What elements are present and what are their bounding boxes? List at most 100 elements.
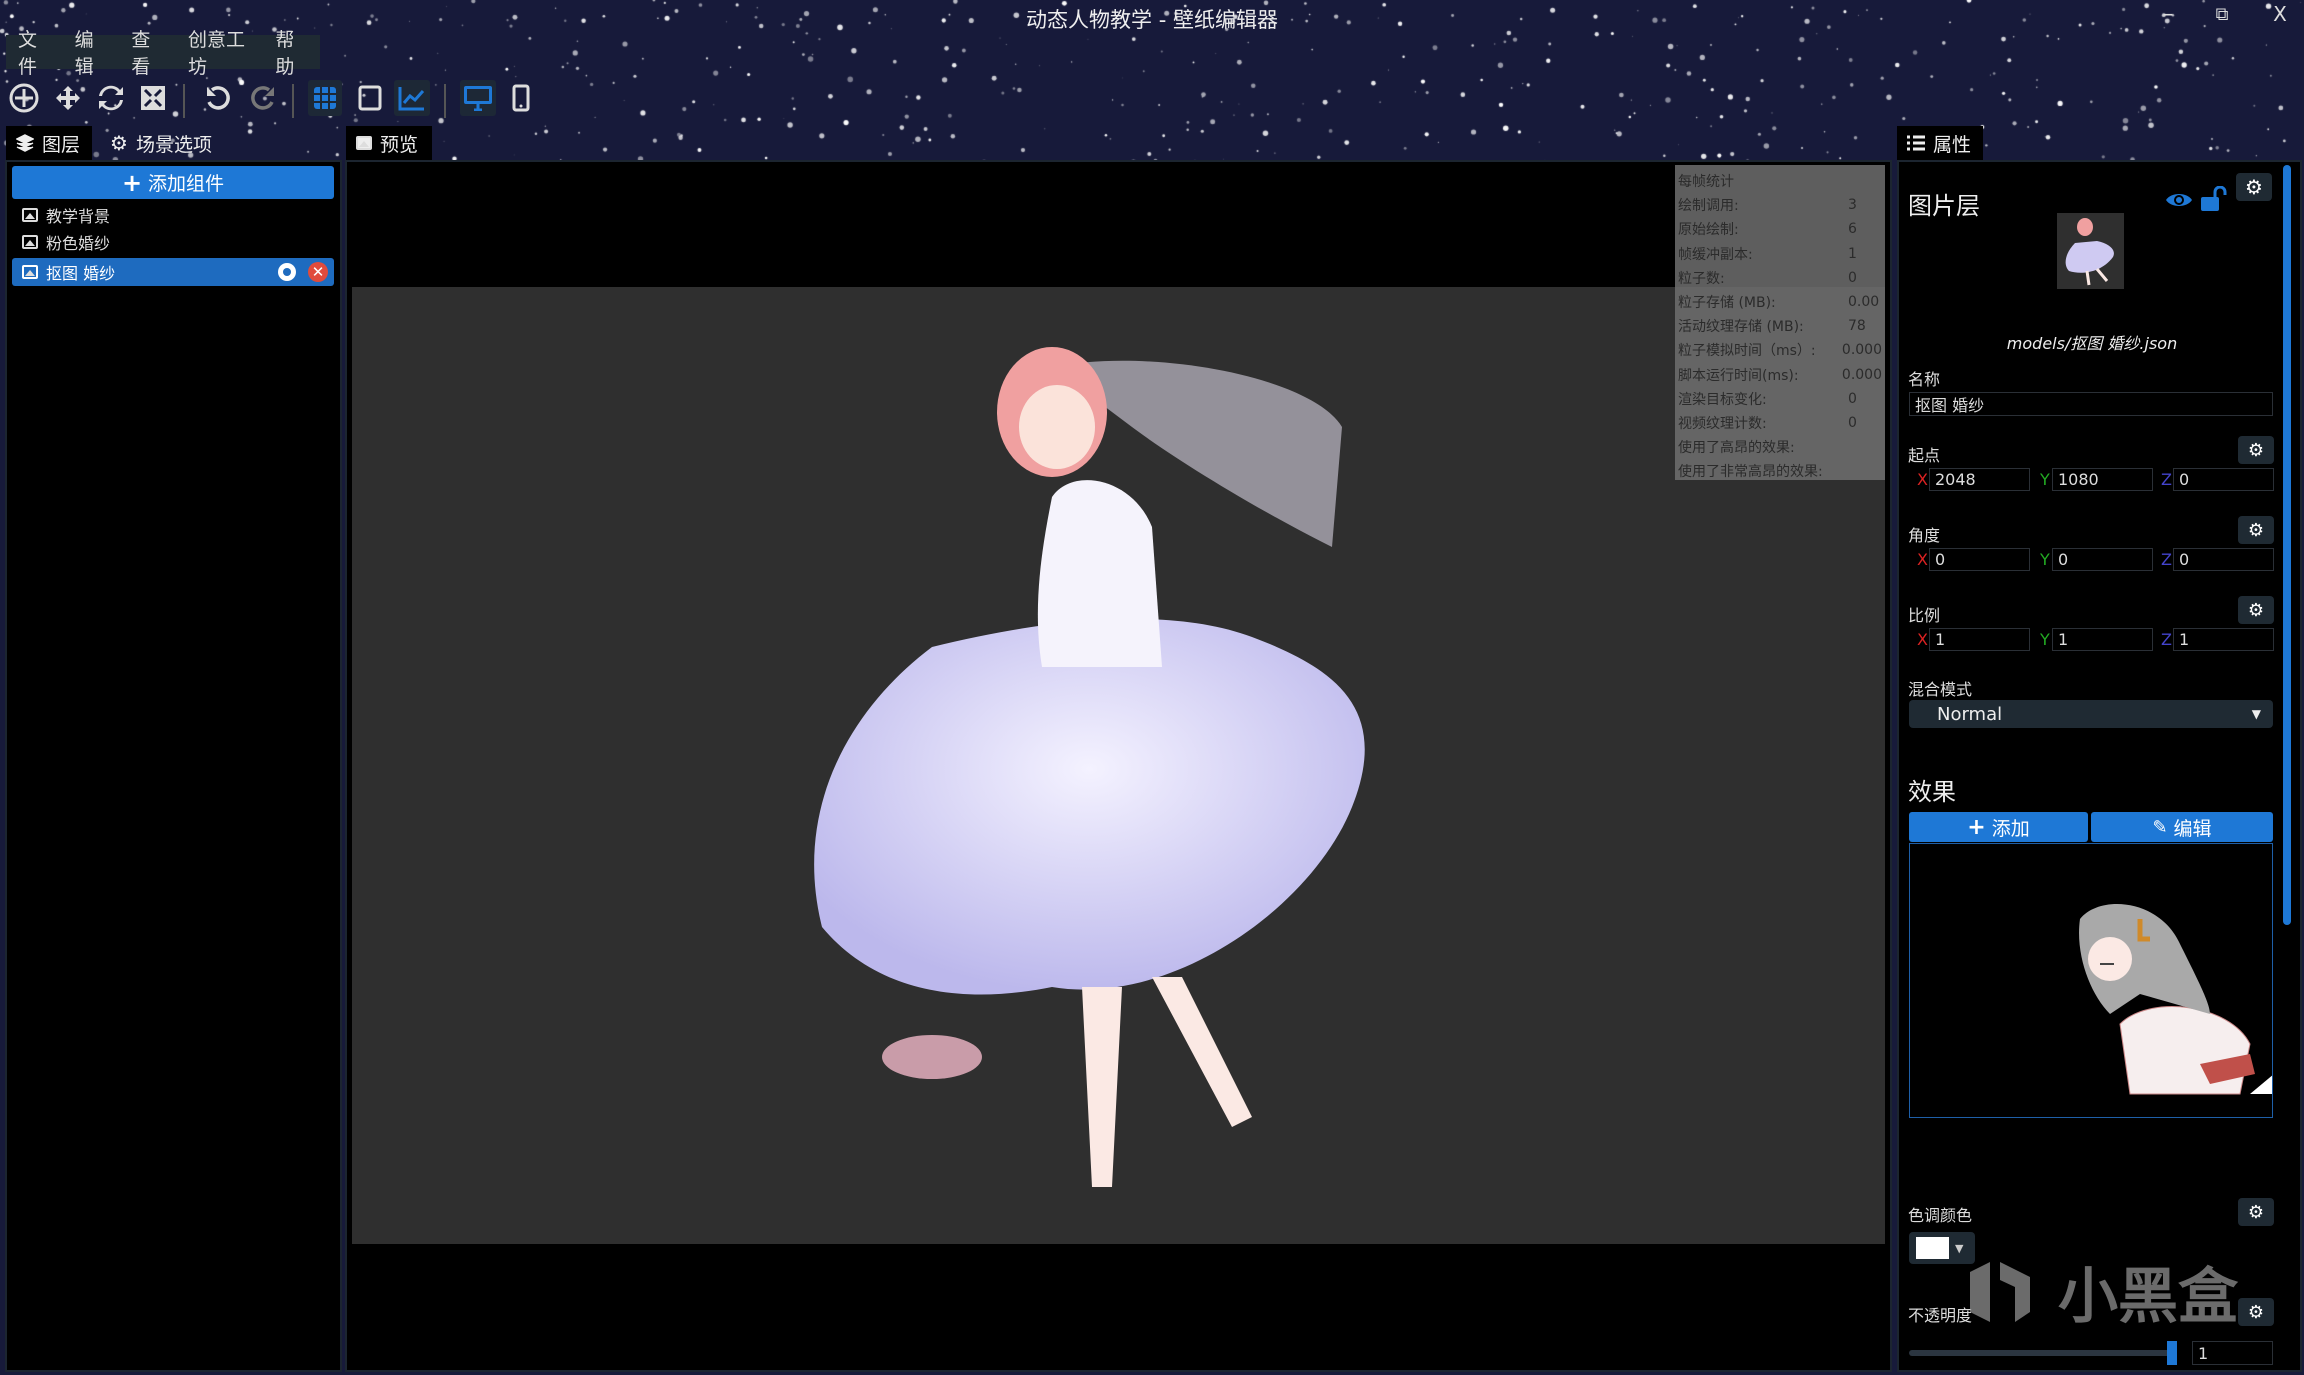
axis-x-label: X: [1917, 550, 1928, 569]
axis-z-label: Z: [2161, 470, 2172, 489]
scale-settings-button[interactable]: ⚙: [2238, 596, 2274, 624]
window-title: 动态人物教学 - 壁纸编辑器: [1026, 8, 1278, 32]
close-button[interactable]: X: [2262, 2, 2298, 26]
menu-view[interactable]: 查看: [119, 25, 176, 79]
angles-settings-button[interactable]: ⚙: [2238, 516, 2274, 544]
scale-icon[interactable]: [135, 80, 171, 116]
tab-layers-label: 图层: [42, 133, 81, 156]
minimize-button[interactable]: –: [2150, 2, 2186, 27]
edit-effect-button[interactable]: ✎ 编辑: [2091, 812, 2273, 842]
delete-layer-icon[interactable]: ✕: [308, 262, 328, 282]
stat-row: 绘制调用: 3: [1678, 193, 1882, 217]
menu-workshop[interactable]: 创意工坊: [176, 25, 263, 79]
axis-x-label: X: [1917, 470, 1928, 489]
tab-layers[interactable]: 图层: [6, 126, 92, 160]
plus-icon: +: [121, 168, 143, 197]
gear-icon: ⚙: [2247, 599, 2265, 621]
opacity-slider[interactable]: [1909, 1341, 2177, 1365]
properties-scrollbar[interactable]: [2283, 165, 2291, 925]
sticker-character-image: [2079, 904, 2272, 1095]
gear-icon: ⚙: [2245, 175, 2263, 199]
axis-z-label: Z: [2161, 630, 2172, 649]
stat-label: 使用了高昂的效果:: [1678, 440, 1795, 457]
layer-item-selected[interactable]: 抠图 婚纱 ✕: [12, 258, 334, 286]
xiaoheihe-watermark-logo: 小黑盒: [1960, 1248, 2238, 1335]
layers-icon: [16, 134, 34, 152]
name-label: 名称: [1908, 370, 1941, 389]
undo-icon[interactable]: [200, 80, 236, 116]
stat-label: 粒子数:: [1678, 270, 1725, 287]
mobile-icon[interactable]: [503, 80, 539, 116]
opacity-settings-button[interactable]: ⚙: [2238, 1298, 2274, 1326]
tab-scene-options[interactable]: ⚙ 场景选项: [100, 126, 222, 160]
origin-z-input[interactable]: 0: [2173, 468, 2274, 491]
move-gizmo-icon[interactable]: [6, 80, 42, 116]
stat-label: 脚本运行时间(ms):: [1678, 367, 1799, 384]
stat-row: 脚本运行时间(ms): 0.000: [1678, 363, 1882, 387]
blend-mode-select[interactable]: Normal ▼: [1909, 700, 2273, 728]
gear-icon: ⚙: [2247, 1301, 2265, 1323]
origin-y-input[interactable]: 1080: [2052, 468, 2153, 491]
rotate-icon[interactable]: [93, 80, 129, 116]
opacity-slider-thumb[interactable]: [2167, 1341, 2177, 1365]
add-effect-button[interactable]: + 添加: [1909, 812, 2088, 842]
translate-icon[interactable]: [50, 80, 86, 116]
scale-y-input[interactable]: 1: [2052, 628, 2153, 651]
blend-mode-value: Normal: [1937, 703, 2003, 725]
tab-properties[interactable]: 属性: [1897, 126, 1983, 160]
stat-value: 0: [1848, 390, 1857, 407]
restore-button[interactable]: ⧉: [2204, 4, 2240, 25]
tint-settings-button[interactable]: ⚙: [2238, 1198, 2274, 1226]
layer-thumbnail: [2057, 213, 2124, 289]
stat-value: 0.000: [1841, 342, 1882, 359]
stat-label: 视频纹理计数:: [1678, 415, 1767, 432]
tab-preview[interactable]: 预览: [346, 126, 432, 160]
menu-file[interactable]: 文件: [6, 25, 63, 79]
scale-z-input[interactable]: 1: [2173, 628, 2274, 651]
stat-value: 78: [1848, 318, 1866, 335]
stat-label: 活动纹理存储 (MB):: [1678, 319, 1804, 336]
effects-title: 效果: [1908, 778, 1956, 806]
layer-settings-button[interactable]: ⚙: [2236, 173, 2272, 201]
visibility-eye-icon[interactable]: [2165, 190, 2193, 214]
stat-row: 粒子数: 0: [1678, 266, 1882, 290]
image-icon: [356, 136, 372, 150]
layer-item[interactable]: 粉色婚纱: [12, 229, 334, 255]
unlock-icon[interactable]: [2200, 185, 2228, 216]
scale-x-input[interactable]: 1: [1929, 628, 2030, 651]
edit-icon: ✎: [2152, 816, 2168, 838]
angles-x-input[interactable]: 0: [1929, 548, 2030, 571]
redo-icon[interactable]: [245, 80, 281, 116]
effects-list[interactable]: [1909, 843, 2273, 1118]
stats-chart-icon[interactable]: [394, 80, 430, 116]
tint-color-label: 色调颜色: [1908, 1206, 1973, 1225]
frame-icon[interactable]: [352, 80, 388, 116]
origin-settings-button[interactable]: ⚙: [2238, 436, 2274, 464]
desktop-icon[interactable]: [460, 80, 496, 116]
list-icon: [1907, 135, 1925, 151]
menu-help[interactable]: 帮助: [263, 25, 320, 79]
origin-x-input[interactable]: 2048: [1929, 468, 2030, 491]
layer-type-title: 图片层: [1908, 192, 1980, 220]
blend-mode-label: 混合模式: [1908, 680, 1973, 699]
gear-icon: ⚙: [110, 131, 128, 155]
tab-preview-label: 预览: [380, 133, 419, 156]
stat-label: 帧缓冲副本:: [1678, 246, 1753, 263]
add-component-button[interactable]: + 添加组件: [12, 166, 334, 199]
plus-icon: +: [1967, 814, 1986, 840]
image-icon: [22, 208, 38, 222]
stats-title: 每帧统计: [1678, 174, 1734, 191]
scene-canvas[interactable]: [352, 287, 1885, 1244]
stat-value: 6: [1848, 221, 1857, 238]
stat-row: 原始绘制: 6: [1678, 217, 1882, 241]
menu-edit[interactable]: 编辑: [63, 25, 120, 79]
angles-y-input[interactable]: 0: [2052, 548, 2153, 571]
visibility-eye-icon[interactable]: [278, 263, 296, 281]
name-input[interactable]: 抠图 婚纱: [1909, 392, 2273, 416]
stat-value: 0: [1848, 414, 1857, 431]
layer-item[interactable]: 教学背景: [12, 202, 334, 228]
stat-value: 0.00: [1848, 294, 1880, 311]
grid-icon[interactable]: [308, 80, 342, 116]
opacity-input[interactable]: 1: [2192, 1341, 2273, 1365]
angles-z-input[interactable]: 0: [2173, 548, 2274, 571]
